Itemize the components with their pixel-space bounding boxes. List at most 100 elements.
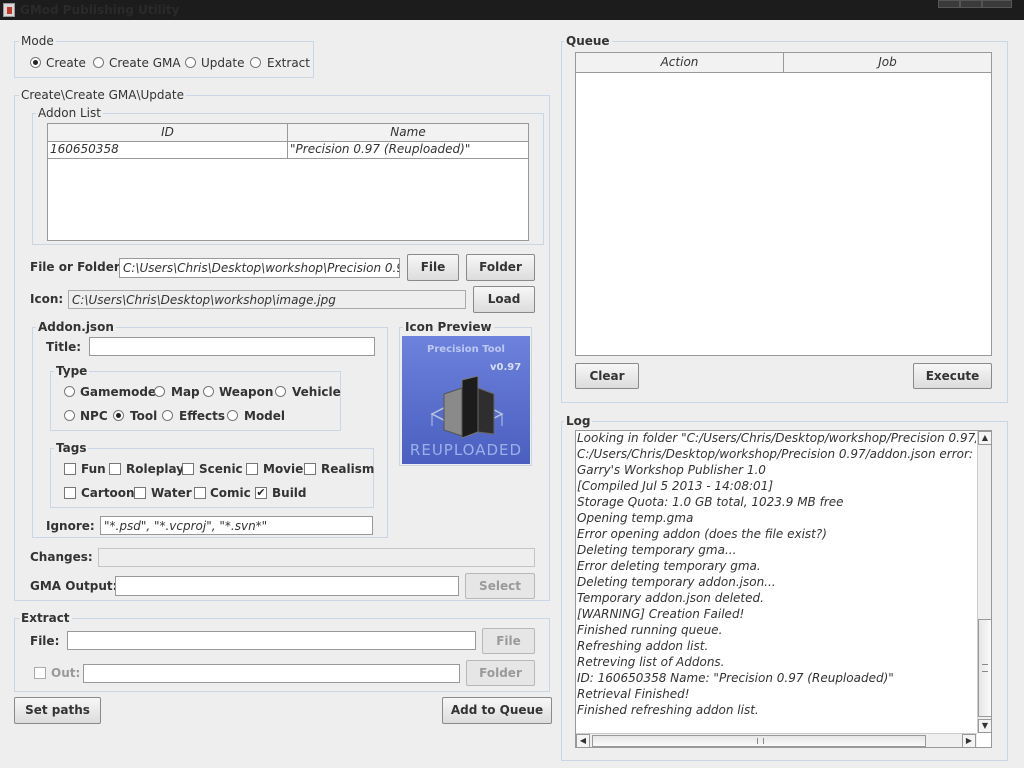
type-model-radio[interactable] xyxy=(227,410,238,421)
log-horizontal-scrollbar[interactable]: ◀ ▶ xyxy=(576,733,977,747)
scroll-up-arrow-icon[interactable]: ▲ xyxy=(978,431,991,445)
mode-extract-radio[interactable] xyxy=(250,57,261,68)
type-vehicle-label: Vehicle xyxy=(292,385,341,399)
mode-legend: Mode xyxy=(19,34,56,48)
mode-create-radio[interactable] xyxy=(30,57,41,68)
type-model-label: Model xyxy=(244,409,286,423)
extract-out-label: Out: xyxy=(51,666,81,680)
tag-build-label: Build xyxy=(272,486,307,500)
log-vertical-scrollbar[interactable]: ▲ ▼ xyxy=(977,431,991,733)
create-legend: Create\Create GMA\Update xyxy=(19,88,186,102)
extract-file-button[interactable]: File xyxy=(482,628,535,654)
type-tool-radio[interactable] xyxy=(113,410,124,421)
extract-folder-button[interactable]: Folder xyxy=(466,660,535,686)
file-folder-input[interactable]: C:\Users\Chris\Desktop\workshop\Precisio… xyxy=(119,258,400,278)
title-label: Title: xyxy=(46,340,82,354)
log-line: Error deleting temporary gma. xyxy=(577,559,761,573)
type-effects-radio[interactable] xyxy=(162,410,173,421)
scroll-down-arrow-icon[interactable]: ▼ xyxy=(978,719,991,733)
log-line: Retreving list of Addons. xyxy=(577,655,725,669)
close-button[interactable] xyxy=(982,0,1012,8)
changes-input[interactable] xyxy=(98,548,535,567)
maximize-button[interactable] xyxy=(960,0,982,8)
set-paths-button[interactable]: Set paths xyxy=(14,697,101,724)
queue-table[interactable]: Action Job xyxy=(575,52,992,356)
icon-preview-image: Precision Tool v0.97 REUPLOADED xyxy=(402,336,530,464)
queue-header-action[interactable]: Action xyxy=(576,53,784,73)
type-weapon-radio[interactable] xyxy=(203,386,214,397)
log-text-area[interactable]: Looking in folder "C:/Users/Chris/Deskto… xyxy=(577,431,976,730)
tag-scenic-label: Scenic xyxy=(199,462,243,476)
mode-extract-label: Extract xyxy=(267,56,310,70)
gma-output-input[interactable] xyxy=(115,576,459,596)
log-line: Finished running queue. xyxy=(577,623,723,637)
folder-button[interactable]: Folder xyxy=(466,254,535,281)
extract-out-checkbox[interactable] xyxy=(34,667,46,679)
tag-cartoon-checkbox[interactable] xyxy=(64,487,76,499)
addon-table-header-name[interactable]: Name xyxy=(288,124,528,142)
select-button[interactable]: Select xyxy=(465,573,535,599)
tag-fun-checkbox[interactable] xyxy=(64,463,76,475)
log-vertical-scroll-thumb[interactable] xyxy=(978,619,991,717)
clear-button[interactable]: Clear xyxy=(575,363,639,389)
tags-legend: Tags xyxy=(54,441,89,455)
extract-out-input[interactable] xyxy=(83,664,460,683)
tag-scenic-checkbox[interactable] xyxy=(182,463,194,475)
extract-file-label: File: xyxy=(30,634,60,648)
tag-roleplay-label: Roleplay xyxy=(126,462,184,476)
log-line: Storage Quota: 1.0 GB total, 1023.9 MB f… xyxy=(577,495,844,509)
log-legend: Log xyxy=(564,414,593,428)
type-vehicle-radio[interactable] xyxy=(275,386,286,397)
window-title: GMod Publishing Utility xyxy=(20,3,180,17)
tag-comic-checkbox[interactable] xyxy=(194,487,206,499)
log-horizontal-scroll-thumb[interactable] xyxy=(592,735,926,747)
tag-roleplay-checkbox[interactable] xyxy=(109,463,121,475)
type-map-radio[interactable] xyxy=(154,386,165,397)
type-gamemode-radio[interactable] xyxy=(64,386,75,397)
addon-row-name[interactable]: "Precision 0.97 (Reuploaded)" xyxy=(288,142,528,159)
log-line: Looking in folder "C:/Users/Chris/Deskto… xyxy=(577,431,976,445)
execute-button[interactable]: Execute xyxy=(913,363,992,389)
extract-legend: Extract xyxy=(19,611,72,625)
log-panel[interactable]: Looking in folder "C:/Users/Chris/Deskto… xyxy=(575,430,992,748)
ignore-input[interactable]: "*.psd", "*.vcproj", "*.svn*" xyxy=(100,516,373,535)
queue-legend: Queue xyxy=(564,34,612,48)
type-effects-label: Effects xyxy=(179,409,226,423)
file-folder-label: File or Folder: xyxy=(30,260,125,274)
tag-build-checkbox[interactable]: ✔ xyxy=(255,487,267,499)
precision-tool-icon xyxy=(430,375,504,439)
title-input[interactable] xyxy=(89,337,375,356)
add-to-queue-button[interactable]: Add to Queue xyxy=(442,697,552,724)
type-npc-radio[interactable] xyxy=(64,410,75,421)
tag-comic-label: Comic xyxy=(210,486,251,500)
minimize-button[interactable] xyxy=(938,0,960,8)
scroll-right-arrow-icon[interactable]: ▶ xyxy=(962,734,976,747)
extract-file-input[interactable] xyxy=(67,631,476,650)
log-line: Opening temp.gma xyxy=(577,511,694,525)
tag-water-checkbox[interactable] xyxy=(134,487,146,499)
tag-movie-checkbox[interactable] xyxy=(246,463,258,475)
mode-create-label: Create xyxy=(46,56,86,70)
tag-cartoon-label: Cartoon xyxy=(81,486,135,500)
load-button[interactable]: Load xyxy=(473,286,535,313)
scroll-left-arrow-icon[interactable]: ◀ xyxy=(576,734,590,747)
ignore-label: Ignore: xyxy=(46,519,95,533)
log-line: Garry's Workshop Publisher 1.0 xyxy=(577,463,766,477)
icon-path-field[interactable]: C:\Users\Chris\Desktop\workshop\image.jp… xyxy=(68,290,466,309)
icon-preview-version: v0.97 xyxy=(490,362,522,373)
log-line: Error opening addon (does the file exist… xyxy=(577,527,827,541)
log-line: C:/Users/Chris/Desktop/workshop/Precisio… xyxy=(577,447,976,461)
file-button[interactable]: File xyxy=(407,254,459,281)
mode-update-radio[interactable] xyxy=(185,57,196,68)
addon-row-id[interactable]: 160650358 xyxy=(48,142,288,159)
log-line: Refreshing addon list. xyxy=(577,639,709,653)
mode-create-gma-radio[interactable] xyxy=(93,57,104,68)
type-npc-label: NPC xyxy=(80,409,108,423)
addon-table[interactable]: ID Name 160650358 "Precision 0.97 (Reupl… xyxy=(47,123,529,241)
changes-label: Changes: xyxy=(30,550,93,564)
tag-realism-checkbox[interactable] xyxy=(304,463,316,475)
java-app-icon xyxy=(3,3,15,17)
addon-table-header-id[interactable]: ID xyxy=(48,124,288,142)
queue-header-job[interactable]: Job xyxy=(784,53,991,73)
log-line: Retrieval Finished! xyxy=(577,687,690,701)
